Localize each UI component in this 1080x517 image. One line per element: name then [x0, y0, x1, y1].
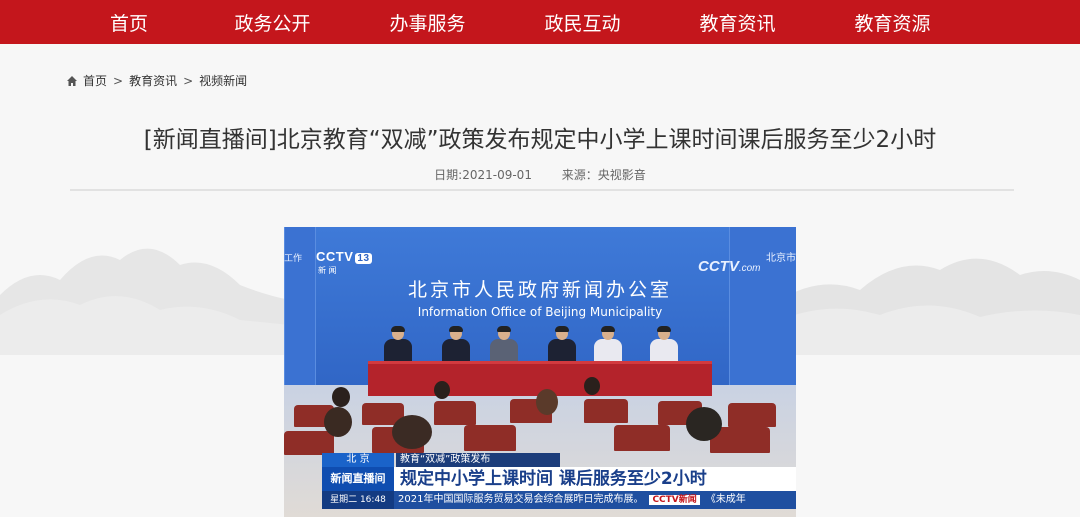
audience-member	[324, 407, 352, 437]
program-logo: 新闻直播间	[322, 467, 394, 491]
backdrop-office-en: Information Office of Beijing Municipali…	[417, 305, 663, 319]
nav-item-services[interactable]: 办事服务	[350, 9, 505, 36]
cctv13-logo: CCTV 13	[316, 249, 372, 264]
cctv-logo-suffix: .com	[738, 263, 761, 274]
speaker	[648, 326, 680, 363]
article-title: [新闻直播间]北京教育“双减”政策发布规定中小学上课时间课后服务至少2小时	[143, 127, 937, 153]
lower-third-headline: 规定中小学上课时间 课后服务至少2小时	[394, 467, 796, 491]
audience-chair	[584, 399, 628, 423]
audience-member	[686, 407, 722, 441]
audience-member	[434, 381, 450, 399]
audience-member	[584, 377, 600, 395]
mountain-decoration-right	[780, 258, 1080, 355]
breadcrumb: 首页 > 教育资讯 > 视频新闻	[66, 72, 247, 89]
speaker	[488, 326, 520, 363]
news-ticker: 2021年中国国际服务贸易交易会综合展昨日完成布展。 CCTV新闻 《未成年	[394, 491, 796, 509]
title-divider	[70, 189, 1014, 191]
audience-member	[536, 389, 558, 415]
backdrop-side-text: 工作	[284, 254, 303, 264]
audience-chair	[434, 401, 476, 425]
speaker	[440, 326, 472, 363]
lower-third-tag: 教育“双减”政策发布	[396, 453, 560, 467]
breadcrumb-separator: >	[113, 73, 124, 88]
video-player[interactable]: 工作 北京市 CCTV 13 新 闻 CCTV.com 北京市人民政府新闻办公室 …	[284, 227, 796, 517]
speaker	[546, 326, 578, 363]
mountain-decoration-left	[0, 248, 290, 355]
audience-chair	[464, 425, 516, 451]
speaker	[592, 326, 624, 363]
article-date: 日期:2021-09-01	[434, 168, 532, 182]
backdrop-office-cn: 北京市人民政府新闻办公室	[407, 279, 672, 301]
article-meta: 日期:2021-09-01 来源：央视影音	[0, 166, 1080, 183]
broadcast-time: 星期二 16:48	[322, 491, 394, 509]
audience-chair	[284, 431, 334, 455]
nav-item-government-affairs[interactable]: 政务公开	[195, 9, 350, 36]
nav-item-education-news[interactable]: 教育资讯	[660, 9, 815, 36]
cctv-logo-text: CCTV	[698, 258, 739, 275]
breadcrumb-home[interactable]: 首页	[83, 72, 107, 89]
ticker-logo: CCTV新闻	[649, 495, 700, 505]
breadcrumb-separator: >	[183, 73, 194, 88]
nav-item-education-resources[interactable]: 教育资源	[815, 9, 970, 36]
channel-number: 13	[355, 253, 372, 264]
cctv-logo-text: CCTV	[316, 249, 354, 264]
main-nav: 首页 政务公开 办事服务 政民互动 教育资讯 教育资源	[0, 0, 1080, 44]
backdrop-side-text: 北京市	[766, 253, 796, 264]
speaker	[382, 326, 414, 363]
audience-member	[332, 387, 350, 407]
audience-chair	[728, 403, 776, 427]
audience-member	[392, 415, 432, 449]
ticker-text: 2021年中国国际服务贸易交易会综合展昨日完成布展。	[398, 494, 644, 505]
breadcrumb-video-news[interactable]: 视频新闻	[199, 72, 247, 89]
audience-chair	[614, 425, 670, 451]
lower-third-location: 北 京	[322, 453, 394, 467]
nav-item-interaction[interactable]: 政民互动	[505, 9, 660, 36]
nav-item-home[interactable]: 首页	[65, 9, 195, 36]
ticker-tail: 《未成年	[705, 494, 746, 505]
cctv-com-logo: CCTV.com	[698, 258, 761, 275]
article-source: 来源：央视影音	[561, 168, 646, 182]
breadcrumb-education-news[interactable]: 教育资讯	[129, 72, 177, 89]
home-icon	[67, 75, 77, 86]
